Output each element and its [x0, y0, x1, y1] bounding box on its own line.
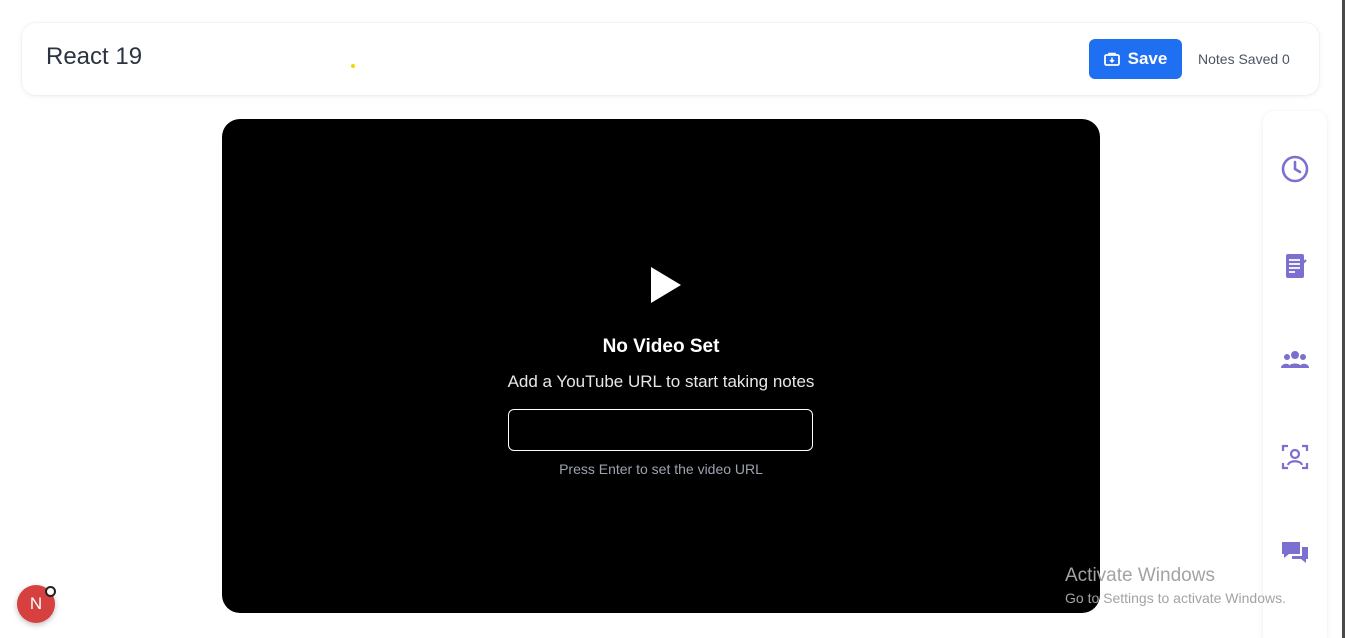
chat-icon — [1282, 542, 1308, 563]
rail-item-notes[interactable] — [1279, 250, 1311, 282]
notes-icon — [1286, 254, 1307, 278]
notes-saved-counter: Notes Saved 0 — [1198, 51, 1290, 67]
save-icon — [1103, 52, 1120, 66]
page-title: React 19 — [46, 43, 143, 70]
save-button-label: Save — [1127, 49, 1168, 68]
activation-subtitle: Go to Settings to activate Windows. — [1065, 590, 1286, 606]
save-button[interactable]: Save — [1089, 39, 1182, 79]
loading-indicator — [351, 64, 355, 68]
video-url-input[interactable] — [508, 409, 813, 451]
rail-item-history[interactable] — [1279, 153, 1311, 185]
no-video-subtitle: Add a YouTube URL to start taking notes — [507, 372, 815, 391]
top-bar: React 19 Save Notes Saved 0 — [22, 23, 1319, 95]
users-icon — [1281, 351, 1309, 368]
play-icon — [651, 267, 681, 303]
dev-tools-badge[interactable]: N — [17, 585, 56, 623]
video-url-hint: Press Enter to set the video URL — [559, 461, 763, 477]
no-video-title: No Video Set — [602, 336, 720, 357]
video-panel: No Video Set Add a YouTube URL to start … — [222, 119, 1100, 613]
windows-activation-watermark: Activate Windows Go to Settings to activ… — [1065, 565, 1286, 606]
rail-item-profile[interactable] — [1279, 441, 1311, 473]
side-rail — [1263, 111, 1327, 638]
face-scan-icon — [1281, 444, 1309, 470]
dev-tools-status-dot — [45, 586, 56, 597]
dev-tools-badge-letter: N — [29, 594, 43, 613]
activation-title: Activate Windows — [1065, 565, 1215, 586]
rail-item-community[interactable] — [1279, 344, 1311, 376]
clock-icon — [1281, 155, 1309, 183]
rail-item-chat[interactable] — [1279, 536, 1311, 568]
